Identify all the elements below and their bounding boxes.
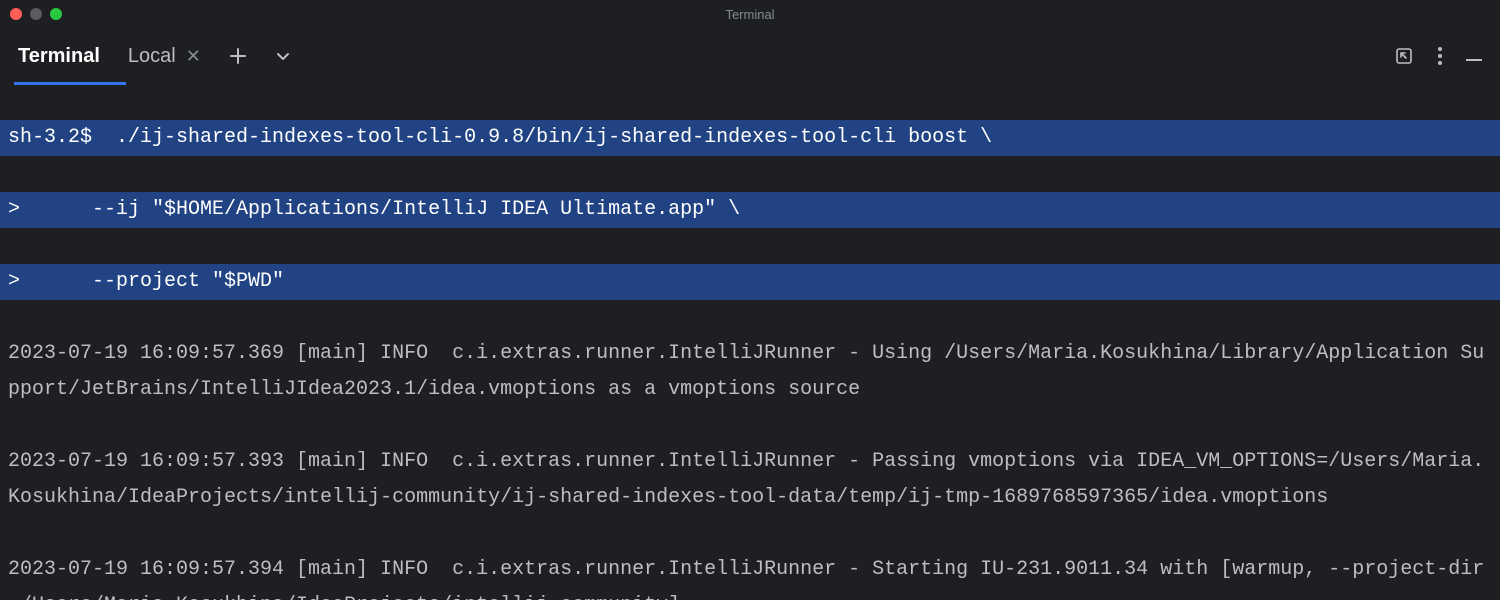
toolbar-right xyxy=(1394,46,1482,66)
more-options-button[interactable] xyxy=(1438,47,1442,65)
tab-dropdown-button[interactable] xyxy=(275,48,291,64)
hide-panel-button[interactable] xyxy=(1466,51,1482,61)
tab-local[interactable]: Local ✕ xyxy=(128,28,201,84)
command-line-1: sh-3.2$ ./ij-shared-indexes-tool-cli-0.9… xyxy=(0,120,1500,156)
new-tab-button[interactable] xyxy=(229,47,247,65)
log-line: 2023-07-19 16:09:57.369 [main] INFO c.i.… xyxy=(0,336,1500,408)
terminal-output[interactable]: sh-3.2$ ./ij-shared-indexes-tool-cli-0.9… xyxy=(0,84,1500,600)
command-line-2: > --ij "$HOME/Applications/IntelliJ IDEA… xyxy=(0,192,1500,228)
minimize-window-button[interactable] xyxy=(30,8,42,20)
command-line-3: > --project "$PWD" xyxy=(0,264,1500,300)
tab-bar: Terminal Local ✕ xyxy=(0,28,1500,84)
maximize-window-button[interactable] xyxy=(50,8,62,20)
close-tab-icon[interactable]: ✕ xyxy=(186,47,201,65)
close-window-button[interactable] xyxy=(10,8,22,20)
log-line: 2023-07-19 16:09:57.393 [main] INFO c.i.… xyxy=(0,444,1500,516)
tab-terminal-label: Terminal xyxy=(18,45,100,68)
pop-out-button[interactable] xyxy=(1394,46,1414,66)
titlebar: Terminal xyxy=(0,0,1500,28)
tab-terminal[interactable]: Terminal xyxy=(18,28,100,84)
window-title: Terminal xyxy=(725,7,774,22)
window-controls xyxy=(0,8,62,20)
tab-local-label: Local xyxy=(128,45,176,68)
log-line: 2023-07-19 16:09:57.394 [main] INFO c.i.… xyxy=(0,552,1500,600)
